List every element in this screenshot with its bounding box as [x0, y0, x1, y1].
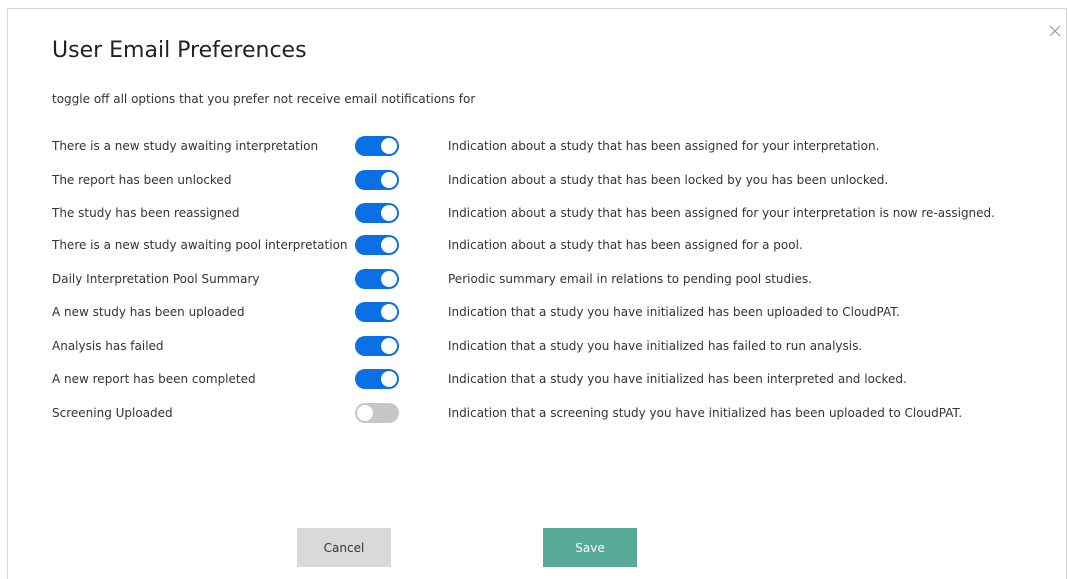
preference-toggle[interactable] [355, 336, 399, 356]
preference-toggle[interactable] [355, 203, 399, 223]
toggle-knob [381, 271, 397, 287]
cancel-button[interactable]: Cancel [297, 528, 391, 567]
toggle-knob [381, 237, 397, 253]
preference-toggle[interactable] [355, 369, 399, 389]
preference-toggle[interactable] [355, 269, 399, 289]
preference-toggle[interactable] [355, 170, 399, 190]
preference-toggle[interactable] [355, 136, 399, 156]
toggle-knob [381, 338, 397, 354]
toggle-knob [381, 371, 397, 387]
preference-toggle[interactable] [355, 235, 399, 255]
dialog-subtitle: toggle off all options that you prefer n… [52, 92, 476, 106]
preference-toggle[interactable] [355, 403, 399, 423]
save-button[interactable]: Save [543, 528, 637, 567]
close-icon[interactable] [1046, 22, 1064, 40]
toggle-knob [357, 405, 373, 421]
toggle-knob [381, 138, 397, 154]
dialog-title: User Email Preferences [52, 38, 307, 63]
toggle-knob [381, 304, 397, 320]
toggle-knob [381, 205, 397, 221]
toggle-knob [381, 172, 397, 188]
preference-toggle[interactable] [355, 302, 399, 322]
